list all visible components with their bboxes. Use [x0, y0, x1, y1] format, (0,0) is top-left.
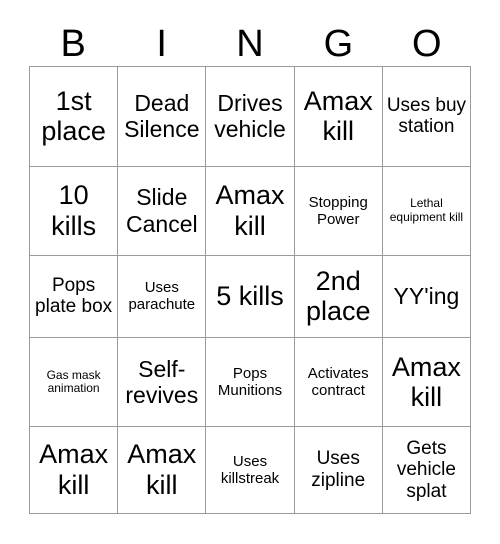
bingo-row: Amax kill Amax kill Uses killstreak Uses… — [30, 427, 472, 514]
bingo-cell[interactable]: Amax kill — [30, 427, 119, 514]
bingo-cell[interactable]: Lethal equipment kill — [382, 166, 472, 256]
bingo-header-letter-n: N — [236, 23, 264, 65]
bingo-header-letter-b: B — [60, 23, 86, 65]
bingo-cell[interactable]: Dead Silence — [118, 67, 207, 167]
bingo-header-letter-g: G — [323, 23, 354, 65]
bingo-row: 1st place Dead Silence Drives vehicle Am… — [30, 67, 472, 167]
bingo-cell[interactable]: Uses zipline — [294, 427, 383, 514]
bingo-card: B I N G O 1st place Dead Silence Drives … — [0, 0, 500, 544]
bingo-cell[interactable]: Activates contract — [294, 338, 383, 428]
bingo-cell[interactable]: Amax kill — [294, 67, 383, 167]
bingo-cell[interactable]: Uses parachute — [118, 255, 207, 339]
bingo-cell[interactable]: 2nd place — [294, 255, 383, 339]
bingo-row: Gas mask animation Self-revives Pops Mun… — [30, 338, 472, 428]
bingo-cell[interactable]: Stopping Power — [294, 166, 383, 256]
bingo-cell[interactable]: Amax kill — [206, 166, 295, 256]
bingo-row: Pops plate box Uses parachute 5 kills 2n… — [30, 255, 472, 339]
bingo-header-letter-o: O — [412, 23, 442, 65]
bingo-cell[interactable]: Gas mask animation — [30, 338, 119, 428]
bingo-cell[interactable]: 10 kills — [30, 166, 119, 256]
bingo-cell[interactable]: Uses buy station — [382, 67, 472, 167]
bingo-cell[interactable]: Amax kill — [382, 338, 472, 428]
bingo-row: 10 kills Slide Cancel Amax kill Stopping… — [30, 166, 472, 256]
bingo-cell[interactable]: Uses killstreak — [206, 427, 295, 514]
bingo-cell[interactable]: Gets vehicle splat — [382, 427, 472, 514]
bingo-cell[interactable]: Drives vehicle — [206, 67, 295, 167]
bingo-cell[interactable]: YY'ing — [382, 255, 472, 339]
bingo-header-letter-i: I — [156, 23, 167, 65]
bingo-cell[interactable]: Amax kill — [118, 427, 207, 514]
bingo-cell[interactable]: Pops plate box — [30, 255, 119, 339]
bingo-cell[interactable]: 1st place — [30, 67, 119, 167]
bingo-header-row: B I N G O — [29, 18, 471, 63]
bingo-cell[interactable]: Pops Munitions — [206, 338, 295, 428]
bingo-cell[interactable]: 5 kills — [206, 255, 295, 339]
bingo-cell[interactable]: Slide Cancel — [118, 166, 207, 256]
bingo-grid: 1st place Dead Silence Drives vehicle Am… — [29, 66, 472, 514]
bingo-cell[interactable]: Self-revives — [118, 338, 207, 428]
